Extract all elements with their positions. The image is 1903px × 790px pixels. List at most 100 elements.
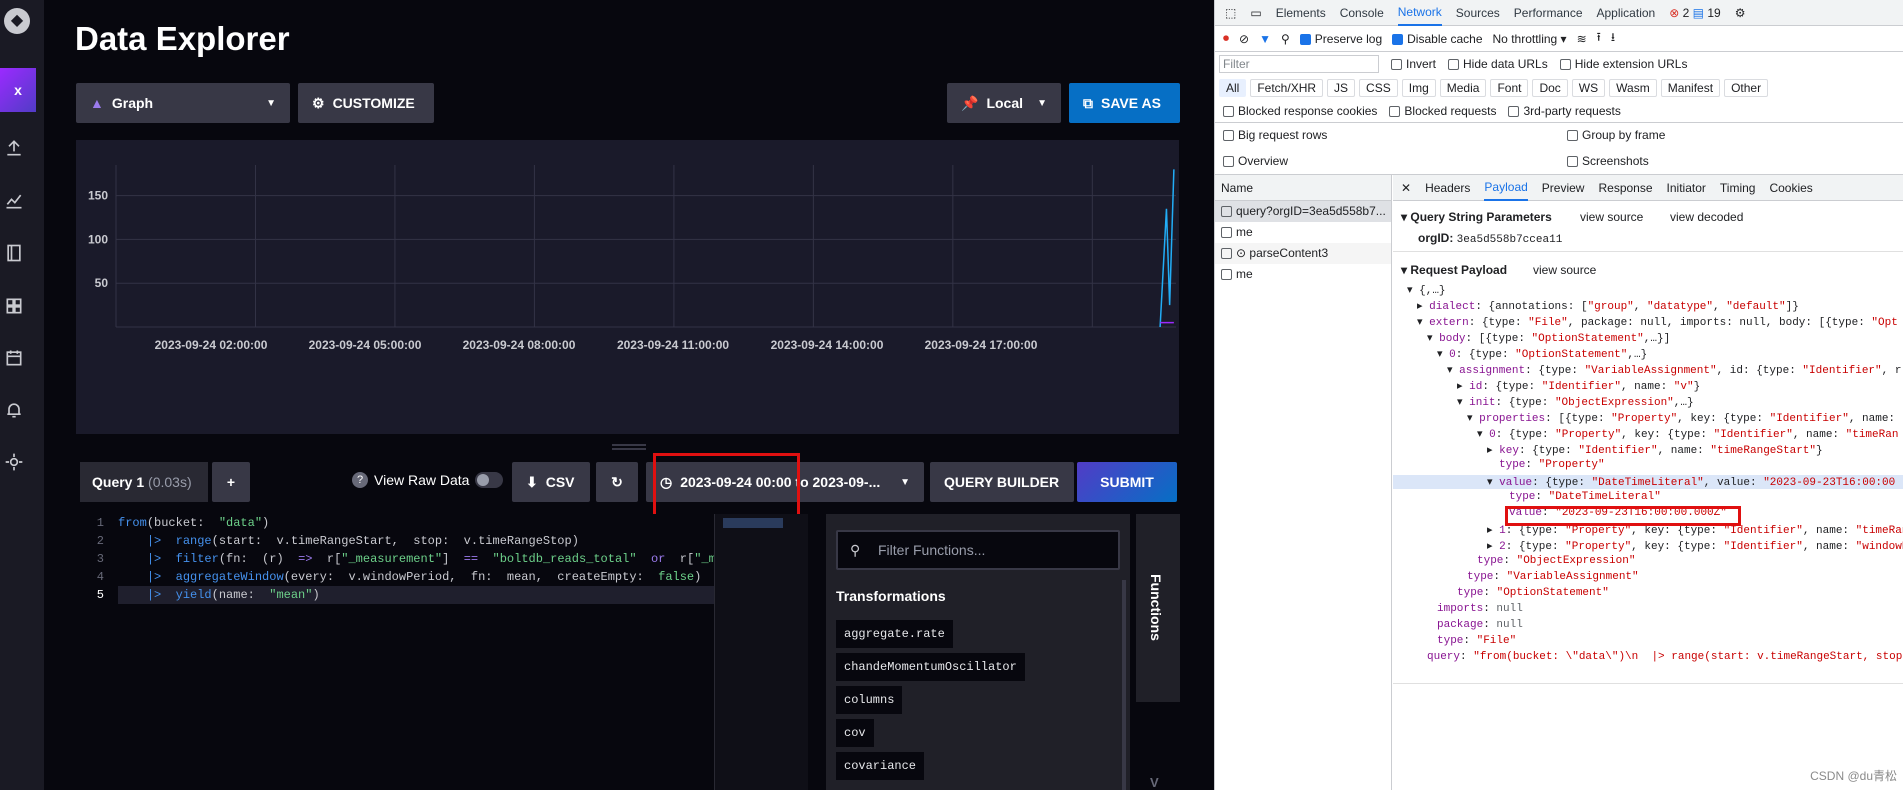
tab-application[interactable]: Application: [1597, 6, 1656, 20]
function-item[interactable]: chandeMomentumOscillator: [836, 653, 1025, 681]
tab-timing[interactable]: Timing: [1720, 181, 1756, 195]
calendar-icon[interactable]: [4, 348, 30, 374]
tab-cookies[interactable]: Cookies: [1769, 181, 1812, 195]
blocked-requests-checkbox[interactable]: Blocked requests: [1389, 104, 1496, 118]
upload-har-icon[interactable]: ⭱: [1597, 28, 1601, 49]
bell-icon[interactable]: [4, 400, 30, 426]
type-filter-doc[interactable]: Doc: [1532, 79, 1568, 97]
csv-button[interactable]: ⬇ CSV: [512, 462, 590, 502]
dashboards-icon[interactable]: [4, 296, 30, 322]
name-column-header[interactable]: Name: [1215, 175, 1391, 201]
filter-icon[interactable]: ▼: [1259, 32, 1271, 46]
function-item[interactable]: cov: [836, 719, 874, 747]
close-icon[interactable]: ✕: [1401, 181, 1411, 195]
settings-icon[interactable]: [4, 452, 30, 478]
tab-headers[interactable]: Headers: [1425, 181, 1470, 195]
tab-preview[interactable]: Preview: [1542, 181, 1585, 195]
type-filter-js[interactable]: JS: [1327, 79, 1356, 97]
type-filter-manifest[interactable]: Manifest: [1660, 79, 1721, 97]
view-source-link[interactable]: view source: [1580, 210, 1643, 224]
tab-initiator[interactable]: Initiator: [1667, 181, 1706, 195]
invert-checkbox[interactable]: Invert: [1391, 57, 1436, 71]
settings-gear-icon[interactable]: ⚙: [1735, 6, 1746, 20]
type-filter-ws[interactable]: WS: [1571, 79, 1606, 97]
error-badge[interactable]: ⊗ 2 ▤ 19: [1669, 6, 1720, 20]
graph-type-dropdown[interactable]: ▲ Graph ▼: [76, 83, 290, 123]
blocked-response-cookies-checkbox[interactable]: Blocked response cookies: [1223, 104, 1377, 118]
tab-performance[interactable]: Performance: [1514, 6, 1583, 20]
search-icon[interactable]: ⚲: [1281, 32, 1290, 46]
x-tick-label: 2023-09-24 02:00:00: [155, 338, 268, 352]
view-raw-data-toggle[interactable]: ? View Raw Data: [352, 472, 504, 488]
throttling-select[interactable]: No throttling ▾: [1493, 32, 1567, 46]
tab-console[interactable]: Console: [1340, 6, 1384, 20]
notebook-icon[interactable]: [4, 243, 30, 269]
tab-payload[interactable]: Payload: [1484, 175, 1528, 201]
code-line: |> yield(name: "mean"): [118, 586, 788, 604]
type-filter-fetchxhr[interactable]: Fetch/XHR: [1250, 79, 1324, 97]
request-row[interactable]: query?orgID=3ea5d558b7...: [1215, 201, 1391, 222]
resize-handle[interactable]: [612, 444, 646, 450]
external-icon: ⧉: [1083, 94, 1093, 111]
query-builder-button[interactable]: QUERY BUILDER: [930, 462, 1074, 502]
request-row[interactable]: ⊙ parseContent3: [1215, 243, 1391, 264]
clear-icon[interactable]: ⊘: [1239, 32, 1249, 46]
graph-icon[interactable]: [4, 191, 30, 217]
editor-minimap[interactable]: [714, 514, 808, 790]
function-item[interactable]: columns: [836, 686, 903, 714]
pin-icon: 📌: [961, 94, 979, 111]
record-icon[interactable]: ⏺: [1223, 31, 1229, 46]
wifi-icon[interactable]: ≋: [1577, 32, 1587, 46]
inspect-icon[interactable]: ⬚: [1225, 6, 1236, 20]
group-by-frame-checkbox[interactable]: Group by frame: [1567, 128, 1665, 142]
tab-response[interactable]: Response: [1598, 181, 1652, 195]
toggle-switch[interactable]: [475, 472, 504, 488]
function-item[interactable]: covariance: [836, 752, 925, 780]
scrollbar[interactable]: [1122, 580, 1126, 790]
type-filter-media[interactable]: Media: [1439, 79, 1487, 97]
tab-elements[interactable]: Elements: [1276, 6, 1326, 20]
disable-cache-checkbox[interactable]: Disable cache: [1392, 32, 1483, 46]
tab-network[interactable]: Network: [1397, 0, 1442, 26]
device-icon[interactable]: ▭: [1250, 6, 1261, 20]
type-filter-img[interactable]: Img: [1401, 79, 1436, 97]
nav-data-explorer[interactable]: x: [0, 68, 36, 112]
flux-editor[interactable]: 1 2 3 4 5 from(bucket: "data") |> range(…: [76, 514, 806, 790]
save-as-button[interactable]: ⧉ SAVE AS: [1069, 83, 1180, 123]
type-filter-wasm[interactable]: Wasm: [1609, 79, 1657, 97]
type-filter-css[interactable]: CSS: [1359, 79, 1398, 97]
request-row[interactable]: me: [1215, 264, 1391, 285]
function-item[interactable]: aggregate.rate: [836, 620, 953, 648]
graph-type-icon: ▲: [90, 95, 104, 111]
view-source-link[interactable]: view source: [1533, 263, 1596, 277]
type-filter-font[interactable]: Font: [1490, 79, 1529, 97]
tab-sources[interactable]: Sources: [1456, 6, 1500, 20]
view-decoded-link[interactable]: view decoded: [1670, 210, 1743, 224]
upload-icon[interactable]: [4, 138, 30, 164]
search-icon: ⚲: [850, 542, 861, 558]
customize-button[interactable]: ⚙ CUSTOMIZE: [298, 83, 434, 123]
submit-button[interactable]: SUBMIT: [1077, 462, 1177, 502]
hide-data-urls-checkbox[interactable]: Hide data URLs: [1448, 57, 1548, 71]
overview-checkbox[interactable]: Overview: [1223, 154, 1288, 168]
request-payload-header[interactable]: ▾ Request Payload: [1401, 263, 1507, 277]
preserve-log-checkbox[interactable]: Preserve log: [1299, 32, 1382, 46]
big-request-rows-checkbox[interactable]: Big request rows: [1223, 128, 1327, 142]
screenshots-checkbox[interactable]: Screenshots: [1567, 154, 1649, 168]
local-dropdown[interactable]: 📌 Local ▼: [947, 83, 1061, 123]
download-har-icon[interactable]: ⭳: [1611, 28, 1615, 49]
filter-input[interactable]: Filter: [1219, 55, 1379, 73]
hide-extension-urls-checkbox[interactable]: Hide extension URLs: [1559, 57, 1687, 71]
type-filter-other[interactable]: Other: [1724, 79, 1769, 97]
query-tab[interactable]: Query 1 (0.03s): [80, 462, 208, 502]
refresh-button[interactable]: ↻: [596, 462, 638, 502]
third-party-checkbox[interactable]: 3rd-party requests: [1508, 104, 1621, 118]
type-filter-all[interactable]: All: [1219, 79, 1247, 97]
influx-logo-icon[interactable]: ◆: [4, 8, 30, 34]
detail-tabbar: ✕ Headers Payload Preview Response Initi…: [1393, 175, 1903, 201]
functions-side-tab[interactable]: Functions: [1136, 514, 1180, 702]
qsp-header[interactable]: ▾ Query String Parameters: [1401, 210, 1552, 224]
filter-functions-input[interactable]: ⚲ Filter Functions...: [836, 530, 1120, 570]
request-row[interactable]: me: [1215, 222, 1391, 243]
add-query-button[interactable]: +: [212, 462, 250, 502]
